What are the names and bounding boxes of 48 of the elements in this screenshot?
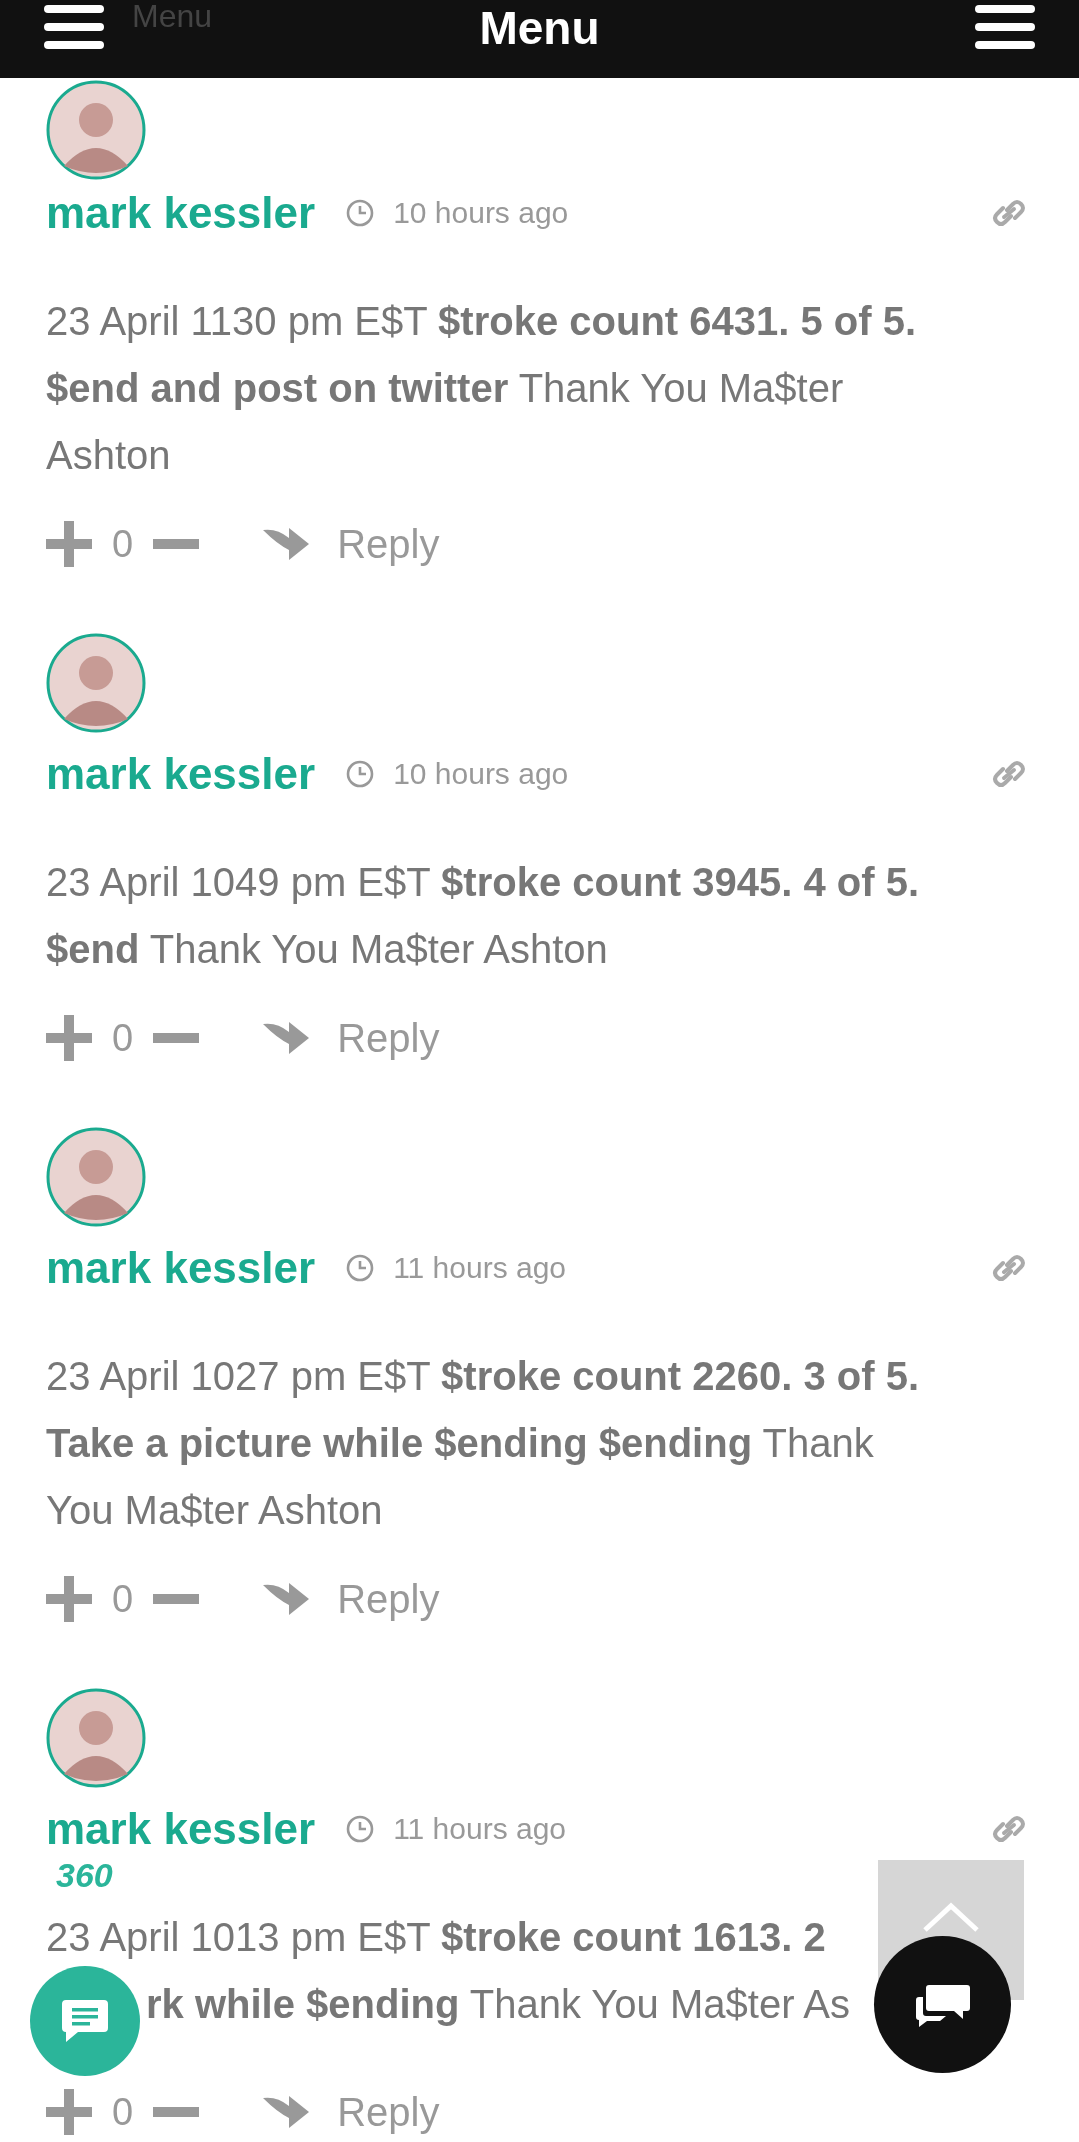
reply-arrow-icon[interactable]: [263, 1020, 310, 1056]
avatar[interactable]: [46, 633, 146, 733]
badge-label: 360: [56, 1856, 113, 1895]
comment-text: 23 April 1027 pm E$T $troke count 2260. 3 of 5. Take a picture while $ending $ending Thank You Ma$ter Ashton: [46, 1353, 920, 1534]
chat-icon: [60, 1998, 110, 2044]
minus-icon[interactable]: [153, 1594, 200, 1604]
reply-link[interactable]: Reply: [337, 1576, 440, 1622]
menu-icon[interactable]: [44, 5, 104, 49]
avatar[interactable]: [46, 1127, 146, 1227]
header-title[interactable]: Menu: [479, 1, 600, 55]
messages-icon: [914, 1982, 971, 2027]
minus-icon[interactable]: [153, 2107, 200, 2117]
comment-text: 23 April 1130 pm E$T $troke count 6431. 5 of 5. $end and post on twitter Thank You Ma$ter Ashton: [46, 298, 918, 479]
plus-icon[interactable]: [46, 521, 92, 567]
clock-icon: [345, 198, 376, 228]
menu-icon[interactable]: [975, 5, 1035, 49]
comment-text: 23 April 1013 pm E$T $troke count 1613. 2: [46, 1914, 826, 1961]
reply-arrow-icon[interactable]: [263, 2094, 310, 2130]
reply-arrow-icon[interactable]: [263, 526, 310, 562]
author-name[interactable]: mark kessler: [46, 188, 316, 238]
avatar[interactable]: [46, 1688, 146, 1788]
clock-icon: [345, 1253, 376, 1283]
vote-count: 0: [112, 1577, 134, 1621]
comment-time[interactable]: 11 hours ago: [393, 1251, 567, 1285]
comment-text: 23 April 1049 pm E$T $troke count 3945. 4 of 5. $end Thank You Ma$ter Ashton: [46, 859, 920, 973]
author-name[interactable]: mark kessler: [46, 1243, 316, 1293]
avatar[interactable]: [46, 80, 146, 180]
comment-time[interactable]: 11 hours ago: [393, 1812, 567, 1846]
vote-count: 0: [112, 522, 134, 566]
plus-icon[interactable]: [46, 1576, 92, 1622]
author-name[interactable]: mark kessler: [46, 749, 316, 799]
vote-count: 0: [112, 2090, 134, 2134]
comment-time[interactable]: 10 hours ago: [393, 757, 569, 791]
plus-icon[interactable]: [46, 2089, 92, 2135]
chevron-up-icon: [921, 1900, 981, 1934]
reply-link[interactable]: Reply: [337, 521, 440, 567]
clock-icon: [345, 1814, 376, 1844]
minus-icon[interactable]: [153, 1033, 200, 1043]
reply-link[interactable]: Reply: [337, 1015, 440, 1061]
comment-time[interactable]: 10 hours ago: [393, 196, 569, 230]
author-name[interactable]: mark kessler: [46, 1804, 316, 1854]
minus-icon[interactable]: [153, 539, 200, 549]
comment-text: rk while $ending Thank You Ma$ter As: [146, 1981, 851, 2028]
plus-icon[interactable]: [46, 1015, 92, 1061]
reply-link[interactable]: Reply: [337, 2089, 440, 2135]
reply-arrow-icon[interactable]: [263, 1581, 310, 1617]
vote-count: 0: [112, 1016, 134, 1060]
clock-icon: [345, 759, 376, 789]
